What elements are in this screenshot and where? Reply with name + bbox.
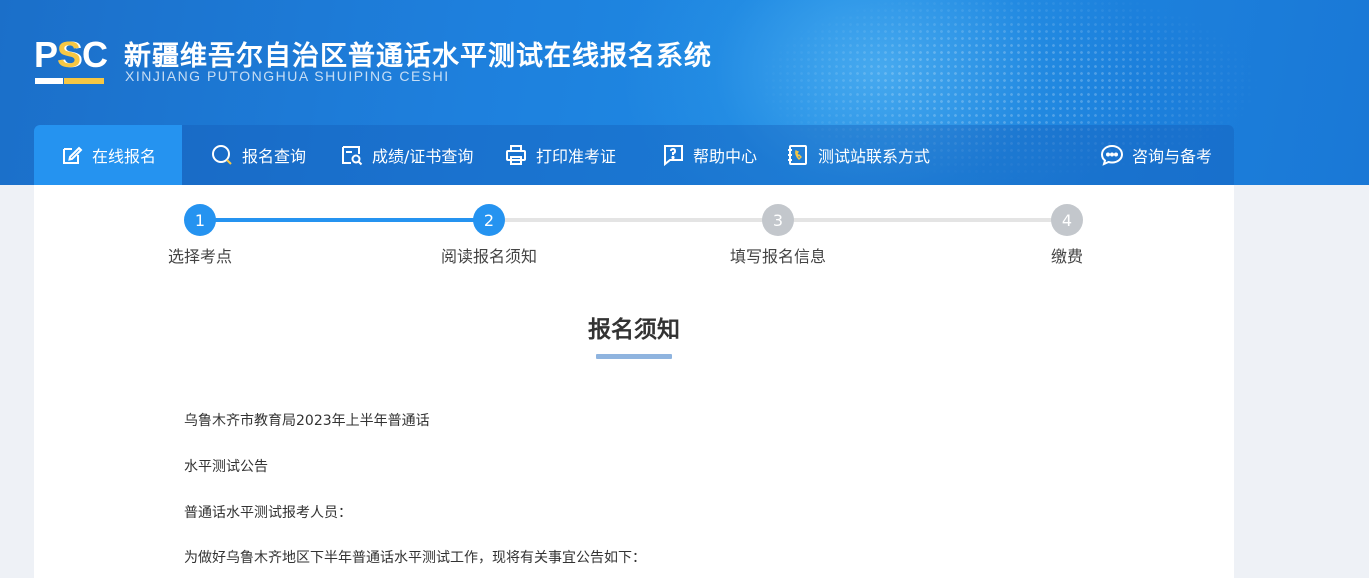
- logo-bar-yellow: [64, 78, 104, 84]
- nav-label: 成绩/证书查询: [372, 147, 474, 166]
- logo-s: S: [57, 34, 82, 75]
- chat-icon: [1100, 144, 1124, 166]
- nav-item-print-admission-ticket[interactable]: 打印准考证: [504, 125, 616, 185]
- step-1-circle: 1: [184, 204, 216, 236]
- step-2-label: 阅读报名须知: [440, 247, 537, 266]
- notice-paragraph: 乌鲁木齐市教育局2023年上半年普通话: [184, 413, 430, 429]
- step-3-label: 填写报名信息: [729, 247, 826, 266]
- nav-label: 咨询与备考: [1132, 147, 1213, 166]
- help-icon: [664, 145, 683, 167]
- nav-item-test-station-contact[interactable]: 测试站联系方式: [786, 125, 930, 185]
- step-4-circle: 4: [1051, 204, 1083, 236]
- nav-label: 打印准考证: [536, 147, 617, 166]
- nav-item-online-registration[interactable]: 在线报名: [34, 125, 183, 185]
- search-icon: [212, 145, 232, 165]
- step-4-label: 缴费: [1050, 247, 1083, 266]
- site-header: PS S C 新疆维吾尔自治区普通话水平测试在线报名系统 XINJIANG PU…: [0, 0, 1369, 185]
- step-track-completed: [200, 218, 489, 222]
- certificate-search-icon: [342, 146, 363, 166]
- notice-paragraph: 为做好乌鲁木齐地区下半年普通话水平测试工作，现将有关事宜公告如下：: [184, 550, 646, 566]
- content-panel: 1 2 3 4 选择考点 阅读报名须知 填写报名信息 缴费 报名须知 乌鲁木齐市…: [34, 185, 1234, 578]
- nav-label: 在线报名: [92, 147, 157, 166]
- notice-title: 报名须知: [588, 317, 680, 343]
- main-nav: 在线报名 报名查询 成绩/证书查询 打印准考证 帮助中心 测试站联系方式 咨询与…: [34, 125, 1234, 185]
- registration-steps: 1 2 3 4 选择考点 阅读报名须知 填写报名信息 缴费: [34, 185, 1234, 275]
- notice-paragraph: 普通话水平测试报考人员：: [184, 505, 352, 521]
- nav-item-registration-query[interactable]: 报名查询: [210, 125, 306, 185]
- notice-paragraph: 水平测试公告: [184, 459, 268, 475]
- nav-item-help-center[interactable]: 帮助中心: [661, 125, 757, 185]
- step-3-circle: 3: [762, 204, 794, 236]
- step-2-circle: 2: [473, 204, 505, 236]
- logo-bar-white: [35, 78, 63, 84]
- phone-book-icon: [788, 145, 807, 165]
- nav-label: 报名查询: [242, 147, 307, 166]
- nav-label: 测试站联系方式: [818, 147, 931, 166]
- step-1-label: 选择考点: [167, 247, 232, 266]
- edit-icon: [63, 146, 83, 164]
- title-underline: [596, 354, 672, 359]
- nav-label: 帮助中心: [693, 147, 758, 166]
- printer-icon: [506, 145, 526, 165]
- logo-c: C: [82, 34, 109, 75]
- nav-item-consult-and-prepare[interactable]: 咨询与备考: [1100, 125, 1212, 185]
- psc-logo: PS S C: [34, 34, 109, 86]
- nav-item-score-certificate-query[interactable]: 成绩/证书查询: [340, 125, 473, 185]
- site-subtitle: XINJIANG PUTONGHUA SHUIPING CESHI: [125, 68, 450, 84]
